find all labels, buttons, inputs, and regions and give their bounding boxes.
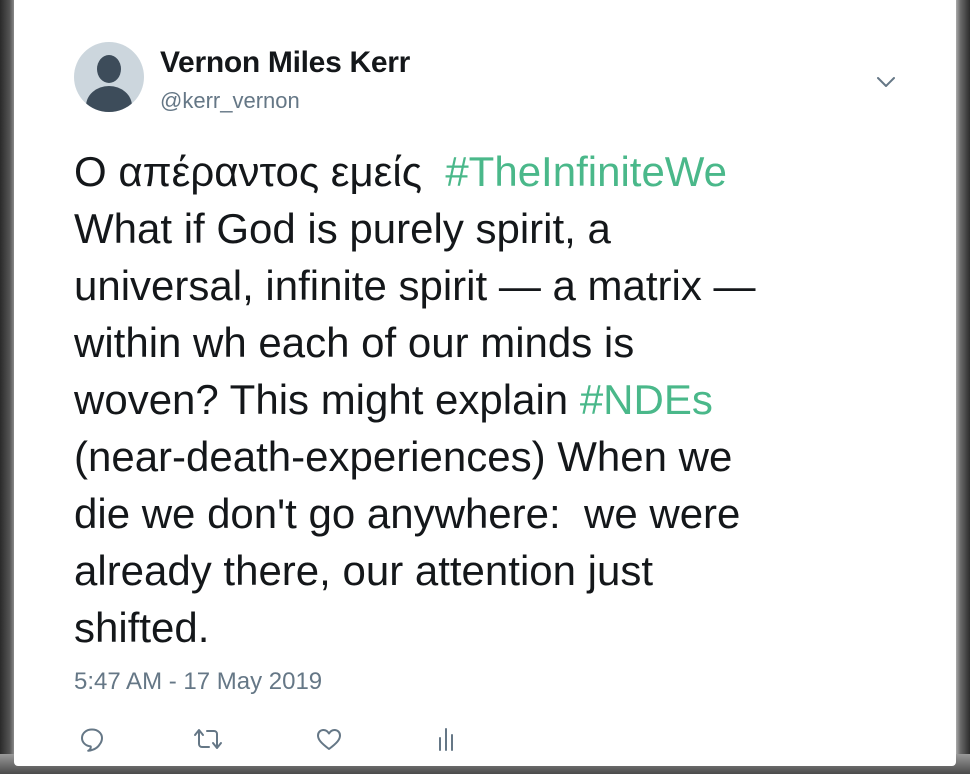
author-handle[interactable]: @kerr_vernon [160,88,300,114]
tweet-timestamp[interactable]: 5:47 AM - 17 May 2019 [74,668,322,696]
tweet-text-segment: (near-death-experiences) When we die we … [74,433,741,651]
reply-icon [78,725,106,753]
hashtag-link[interactable]: #NDEs [580,376,713,423]
background-edge-right [954,0,970,774]
background-edge-left [0,0,14,774]
like-button[interactable] [312,722,346,756]
author-name[interactable]: Vernon Miles Kerr [160,46,410,80]
avatar-head [97,55,121,83]
avatar-body [86,86,132,112]
tweet-text-segment: Ο απέραντος εμείς [74,148,446,195]
retweet-icon [191,725,225,753]
reply-button[interactable] [75,722,109,756]
analytics-icon [434,726,458,752]
avatar[interactable] [74,42,144,112]
tweet-text: Ο απέραντος εμείς #TheInfiniteWe What if… [74,143,904,656]
retweet-button[interactable] [191,722,225,756]
tweet-card: Vernon Miles Kerr @kerr_vernon Ο απέραντ… [14,0,956,766]
analytics-button[interactable] [429,722,463,756]
hashtag-link[interactable]: #TheInfiniteWe [445,148,727,195]
heart-icon [315,726,343,752]
chevron-down-icon[interactable] [874,70,898,94]
